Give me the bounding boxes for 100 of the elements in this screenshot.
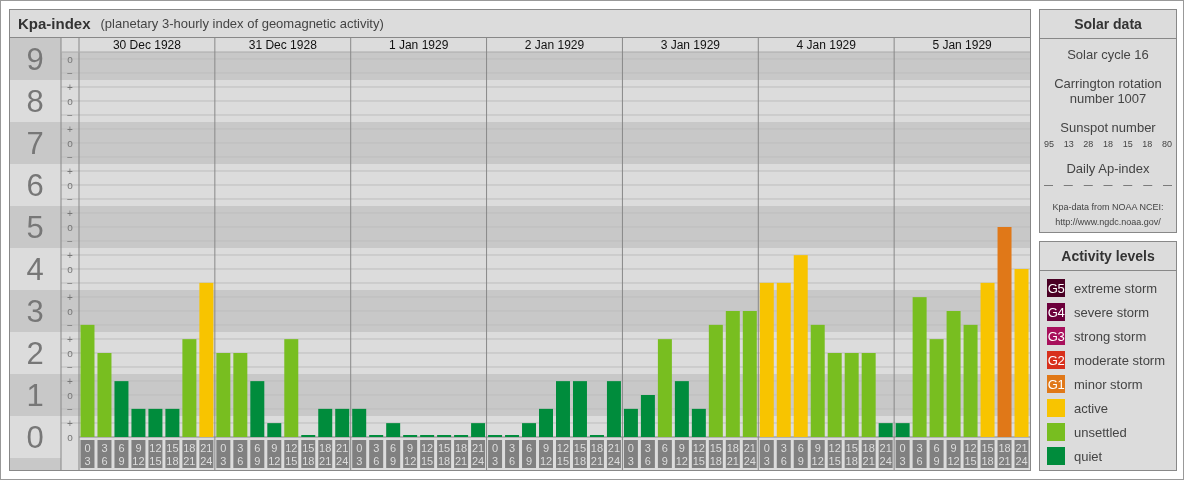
kp-sub-label: +: [67, 249, 73, 261]
kp-sub-label: +: [67, 165, 73, 177]
sunspot-number: 80: [1161, 139, 1172, 149]
kp-sub-label: −: [67, 235, 73, 247]
kp-bar: [148, 408, 163, 437]
ap-index-title: Daily Ap-index: [1066, 161, 1150, 176]
source-text: Kpa-data from NOAA NCEI:: [1052, 202, 1164, 213]
kp-bar: [623, 408, 638, 437]
x-tick-label: 3 6: [780, 442, 787, 467]
x-tick-label: 3 6: [644, 442, 651, 467]
time-slot-label: 6 9: [522, 440, 536, 468]
kp-sub-label: +: [67, 207, 73, 219]
x-tick-label: 3 6: [101, 442, 108, 467]
x-tick-label: 0 3: [899, 442, 906, 467]
source-url: http://www.ngdc.noaa.gov/: [1055, 217, 1161, 228]
time-slot-label: 3 6: [369, 440, 384, 468]
time-slot-label: 0 3: [488, 440, 503, 468]
panel-title: Kpa-index: [18, 15, 91, 32]
kp-sub-label: +: [67, 333, 73, 345]
time-slot-label: 18 21: [318, 440, 333, 468]
time-slot-label: 6 9: [250, 440, 265, 468]
storm-scale-text: G3: [1047, 327, 1065, 345]
day-label: 31 Dec 1928: [248, 38, 317, 52]
x-tick-label: 6 9: [933, 442, 940, 467]
kp-bar: [573, 381, 587, 437]
kp-sub-label: −: [67, 277, 73, 289]
ap-index-value: —: [1063, 180, 1073, 190]
time-slot-label: 12 15: [420, 440, 435, 468]
kp-bar: [267, 423, 282, 437]
kp-bar: [895, 423, 910, 437]
time-slot-label: 3 6: [233, 440, 248, 468]
ap-index-value: —: [1123, 180, 1133, 190]
kp-bar: [878, 423, 893, 437]
kp-bar: [386, 423, 401, 437]
time-slot-label: 12 15: [284, 440, 299, 468]
level-label: strong storm: [1074, 328, 1147, 344]
x-tick-label: 0 3: [220, 442, 227, 467]
x-tick-label: 3 6: [508, 442, 516, 467]
kp-sub-label: o: [67, 95, 73, 107]
time-slot-label: 18 21: [454, 440, 469, 468]
time-slot-label: 12 15: [556, 440, 570, 468]
kp-sub-label: −: [67, 67, 73, 79]
level-label: quiet: [1074, 448, 1103, 464]
day-label: 3 Jan 1929: [660, 38, 721, 52]
time-slot-label: 0 3: [352, 440, 367, 468]
time-slot-label: 6 9: [386, 440, 401, 468]
time-slot-label: 9 12: [539, 440, 553, 468]
kp-scale-label: 3: [26, 293, 44, 329]
level-label: severe storm: [1074, 304, 1150, 320]
level-label: minor storm: [1074, 376, 1143, 392]
kp-bar: [335, 408, 350, 437]
x-tick-label: 6 9: [118, 442, 125, 467]
kp-sub-label: +: [67, 291, 73, 303]
level-label: extreme storm: [1074, 280, 1158, 296]
kp-sub-label: o: [67, 347, 73, 359]
time-slot-label: 12 15: [148, 440, 163, 468]
kp-bar: [691, 408, 706, 437]
level-label: unsettled: [1074, 424, 1127, 440]
time-slot-label: 9 12: [403, 440, 418, 468]
kp-sub-label: o: [67, 263, 73, 275]
kp-sub-label: o: [67, 137, 73, 149]
ap-index-value: —: [1083, 180, 1093, 190]
kp-scale-label: 5: [26, 209, 44, 245]
time-slot-label: 15 18: [301, 440, 316, 468]
x-tick-label: 3 6: [237, 442, 244, 467]
kp-bar: [250, 381, 265, 437]
kp-scale-label: 1: [26, 377, 44, 413]
x-tick-label: 0 3: [627, 442, 634, 467]
kp-bar: [674, 381, 689, 437]
sunspot-number: 18: [1142, 139, 1153, 149]
kp-sub-label: o: [67, 431, 73, 443]
time-slot-label: 3 6: [505, 440, 520, 468]
x-tick-label: 3 6: [373, 442, 380, 467]
ap-index-value: —: [1143, 180, 1153, 190]
time-slot-label: 15 18: [165, 440, 180, 468]
kp-scale-label: 0: [26, 419, 44, 455]
sunspot-number: 95: [1044, 139, 1054, 149]
sunspot-number: 18: [1102, 139, 1113, 149]
storm-scale-text: G2: [1047, 351, 1065, 369]
carrington-text: Carrington rotation number 1007: [1053, 76, 1163, 106]
x-tick-label: 6 9: [661, 442, 668, 467]
day-label: 4 Jan 1929: [796, 38, 856, 52]
kp-sub-label: −: [67, 319, 73, 331]
kp-sub-label: o: [67, 221, 73, 233]
time-slot-label: 21 24: [471, 440, 486, 468]
x-tick-label: 0 3: [492, 442, 499, 467]
panel-subtitle: (planetary 3-hourly index of geomagnetic activity): [100, 16, 384, 31]
kp-sub-label: +: [67, 81, 73, 93]
kp-bar: [114, 381, 129, 437]
kp-bar: [352, 408, 367, 437]
time-slot-label: 21 24: [199, 440, 214, 468]
day-label: 30 Dec 1928: [112, 38, 181, 52]
storm-scale-text: G5: [1047, 279, 1065, 297]
kp-sub-label: +: [67, 123, 73, 135]
storm-scale-text: G4: [1047, 303, 1065, 321]
time-slot-label: 18 21: [182, 440, 197, 468]
kp-bar: [522, 423, 536, 437]
kp-sub-label: −: [67, 403, 73, 415]
x-tick-label: 0 3: [84, 442, 91, 467]
day-label: 5 Jan 1929: [932, 38, 992, 52]
